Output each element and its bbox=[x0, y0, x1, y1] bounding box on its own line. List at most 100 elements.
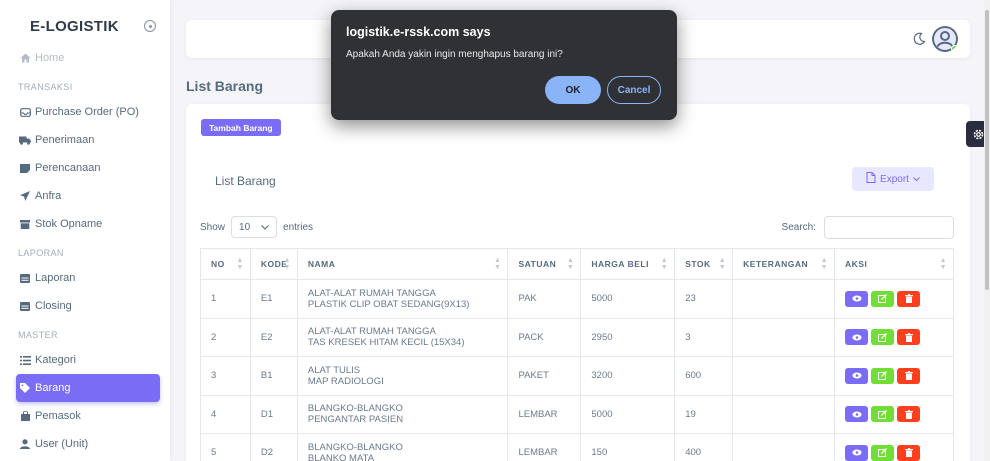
document-icon bbox=[18, 273, 32, 283]
sidebar-toggle-icon[interactable] bbox=[144, 20, 156, 32]
sort-icon: ▲ ▼ bbox=[236, 257, 244, 271]
sidebar-item-kategori[interactable]: Kategori bbox=[18, 346, 162, 374]
view-button[interactable] bbox=[845, 329, 869, 346]
column-header-keterangan[interactable]: KETERANGAN ▲ ▼ bbox=[732, 248, 836, 280]
edit-icon bbox=[878, 371, 888, 381]
action-group bbox=[845, 290, 953, 307]
sidebar-item-label: Closing bbox=[35, 300, 72, 312]
sidebar-item-penerimaan[interactable]: Penerimaan bbox=[18, 126, 162, 154]
cell-kode: D2 bbox=[249, 433, 298, 461]
search-control: Search: bbox=[782, 216, 954, 239]
edit-button[interactable] bbox=[871, 367, 895, 384]
delete-button[interactable] bbox=[897, 329, 921, 346]
sidebar-item-label: Barang bbox=[35, 382, 71, 394]
nama-category: BLANGKO-BLANGKO bbox=[307, 403, 403, 415]
online-status-dot bbox=[951, 45, 958, 52]
nama-item: TAS KRESEK HITAM KECIL (15X34) bbox=[307, 337, 465, 349]
header-label: SATUAN bbox=[518, 259, 557, 269]
cell-no: 5 bbox=[200, 433, 251, 461]
add-barang-button[interactable]: Tambah Barang bbox=[201, 119, 281, 136]
sidebar-item-stok-opname[interactable]: Stok Opname bbox=[18, 210, 162, 238]
cell-keterangan bbox=[732, 433, 836, 461]
sidebar-item-label: Pemasok bbox=[35, 410, 81, 422]
sort-icon: ▲ ▼ bbox=[494, 257, 502, 271]
view-button[interactable] bbox=[845, 444, 869, 461]
sidebar-item-label: Home bbox=[35, 52, 65, 64]
delete-button[interactable] bbox=[897, 367, 921, 384]
ok-button[interactable]: OK bbox=[545, 76, 601, 104]
eye-icon bbox=[851, 449, 862, 456]
brand-title[interactable]: E-LOGISTIK bbox=[30, 18, 119, 35]
column-header-no[interactable]: NO ▲ ▼ bbox=[200, 248, 251, 280]
nama-category: ALAT TULIS bbox=[307, 364, 361, 376]
cell-satuan: PACK bbox=[507, 317, 582, 357]
sidebar-item-barang[interactable]: Barang bbox=[16, 374, 160, 402]
sidebar-item-home[interactable]: Home bbox=[18, 44, 162, 72]
edit-button[interactable] bbox=[871, 444, 895, 461]
cell-stok: 19 bbox=[674, 394, 734, 434]
cell-stok: 3 bbox=[674, 317, 734, 357]
column-header-stok[interactable]: STOK ▲ ▼ bbox=[674, 248, 734, 280]
table-row: 4 D1 BLANGKO-BLANGKO PENGANTAR PASIEN LEMBAR… bbox=[200, 394, 954, 434]
section-header-master: MASTER bbox=[18, 330, 58, 340]
table-row: 1 E1 ALAT-ALAT RUMAH TANGGA PLASTIK CLIP OB… bbox=[200, 279, 954, 319]
theme-toggle-icon[interactable] bbox=[912, 32, 926, 46]
entries-select-value: 10 bbox=[239, 221, 251, 233]
eye-icon bbox=[851, 411, 862, 418]
cell-harga-beli: 3200 bbox=[580, 356, 676, 396]
entries-select[interactable]: 10 bbox=[231, 216, 278, 238]
edit-button[interactable] bbox=[871, 329, 895, 346]
edit-icon bbox=[878, 409, 888, 419]
confirm-dialog: logistik.e-rssk.com says Apakah Anda yak… bbox=[331, 10, 677, 120]
cell-aksi bbox=[834, 433, 954, 461]
export-button[interactable]: Export bbox=[852, 167, 934, 191]
sort-icon: ▲ ▼ bbox=[566, 257, 575, 271]
sidebar-item-perencanaan[interactable]: Perencanaan bbox=[18, 154, 162, 182]
search-input[interactable] bbox=[824, 216, 954, 239]
scrollbar-thumb[interactable] bbox=[985, 10, 989, 290]
action-group bbox=[845, 444, 953, 461]
sidebar-item-closing[interactable]: Closing bbox=[18, 292, 162, 320]
chevron-down-icon bbox=[913, 174, 920, 185]
column-header-harga-beli[interactable]: HARGA BELI ▲ ▼ bbox=[580, 248, 676, 280]
edit-button[interactable] bbox=[871, 406, 895, 423]
table-row: 3 B1 ALAT TULIS MAP RADIOLOGI PAKET 3200 600 bbox=[200, 356, 954, 396]
view-button[interactable] bbox=[845, 367, 869, 384]
nama-category: ALAT-ALAT RUMAH TANGGA bbox=[307, 326, 436, 338]
file-icon bbox=[866, 172, 876, 186]
cell-aksi bbox=[834, 279, 954, 319]
card-title: List Barang bbox=[215, 174, 276, 188]
trash-icon bbox=[904, 371, 913, 381]
table-row: 5 D2 BLANGKO-BLANGKO BLANKO MATA LEMBAR 150 40… bbox=[200, 433, 954, 461]
view-button[interactable] bbox=[845, 290, 869, 307]
nama-item: PLASTIK CLIP OBAT SEDANG(9X13) bbox=[307, 298, 470, 310]
delete-button[interactable] bbox=[897, 444, 921, 461]
sidebar-item-anfra[interactable]: Anfra bbox=[18, 182, 162, 210]
cell-aksi bbox=[834, 356, 954, 396]
column-header-satuan[interactable]: SATUAN ▲ ▼ bbox=[507, 248, 582, 280]
eye-icon bbox=[851, 372, 862, 379]
cancel-button[interactable]: Cancel bbox=[607, 76, 661, 104]
sidebar-item-laporan[interactable]: Laporan bbox=[18, 264, 162, 292]
table-row: 2 E2 ALAT-ALAT RUMAH TANGGA TAS KRESEK HITA… bbox=[200, 317, 954, 357]
cell-stok: 400 bbox=[674, 433, 734, 461]
delete-button[interactable] bbox=[897, 290, 921, 307]
chevron-down-icon bbox=[261, 222, 269, 233]
cell-aksi bbox=[834, 317, 954, 357]
cell-stok: 600 bbox=[674, 356, 734, 396]
page-scrollbar[interactable] bbox=[984, 0, 990, 461]
view-button[interactable] bbox=[845, 406, 869, 423]
sidebar-item-purchase-order[interactable]: Purchase Order (PO) bbox=[18, 98, 162, 126]
sidebar-item-user-unit[interactable]: User (Unit) bbox=[18, 430, 162, 458]
column-header-aksi[interactable]: AKSI ▲ ▼ bbox=[834, 248, 954, 280]
sidebar-item-pemasok[interactable]: Pemasok bbox=[18, 402, 162, 430]
cell-no: 1 bbox=[200, 279, 251, 319]
column-header-nama[interactable]: NAMA ▲ ▼ bbox=[296, 248, 509, 280]
header-label: NAMA bbox=[307, 259, 336, 269]
edit-button[interactable] bbox=[871, 290, 895, 307]
avatar[interactable] bbox=[932, 26, 958, 52]
column-header-kode[interactable]: KODE ▲ ▼ bbox=[249, 248, 298, 280]
trash-icon bbox=[904, 409, 913, 419]
cell-no: 4 bbox=[200, 394, 251, 434]
delete-button[interactable] bbox=[897, 406, 921, 423]
